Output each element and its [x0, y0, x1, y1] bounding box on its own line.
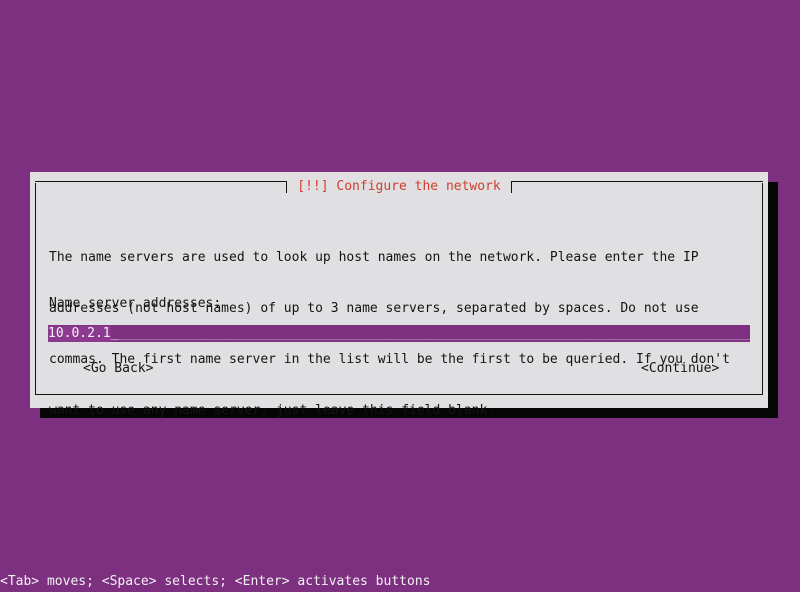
name-server-addresses-label: Name server addresses:	[49, 296, 222, 311]
dialog-body-border: The name servers are used to look up hos…	[35, 183, 763, 418]
name-server-addresses-value[interactable]: 10.0.2.1	[48, 325, 111, 342]
continue-button[interactable]: <Continue>	[641, 361, 719, 377]
go-back-button[interactable]: <Go Back>	[83, 361, 153, 377]
dialog-button-row: <Go Back> <Continue>	[36, 361, 762, 379]
name-server-addresses-input[interactable]: 10.0.2.1 _ _____________________________…	[48, 325, 750, 342]
keyboard-help-statusbar: <Tab> moves; <Space> selects; <Enter> ac…	[0, 574, 431, 589]
description-line: The name servers are used to look up hos…	[49, 250, 699, 265]
installer-screen: [!!] Configure the network The name serv…	[0, 0, 800, 592]
text-cursor: _	[110, 325, 119, 341]
description-line: want to use any name server, just leave …	[49, 403, 496, 418]
input-fill-underscores: ________________________________________…	[118, 325, 750, 341]
configure-network-dialog: [!!] Configure the network The name serv…	[30, 172, 768, 418]
dialog-content: The name servers are used to look up hos…	[36, 183, 762, 418]
